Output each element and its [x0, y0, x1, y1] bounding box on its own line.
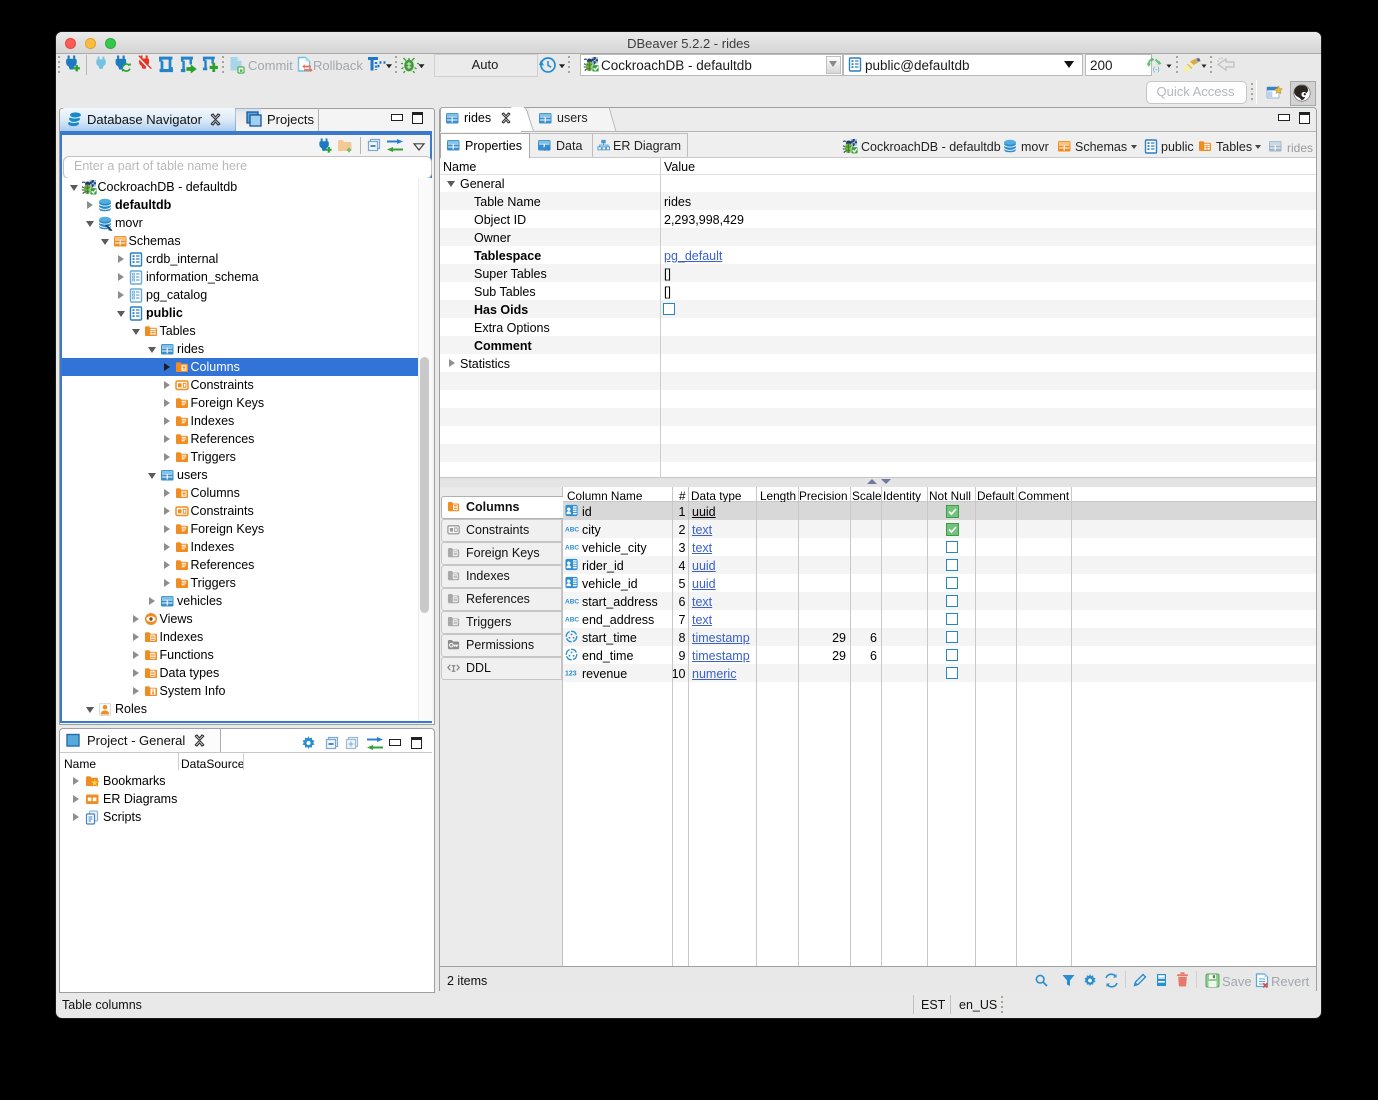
svg-text:(-): (-): [1153, 66, 1160, 73]
